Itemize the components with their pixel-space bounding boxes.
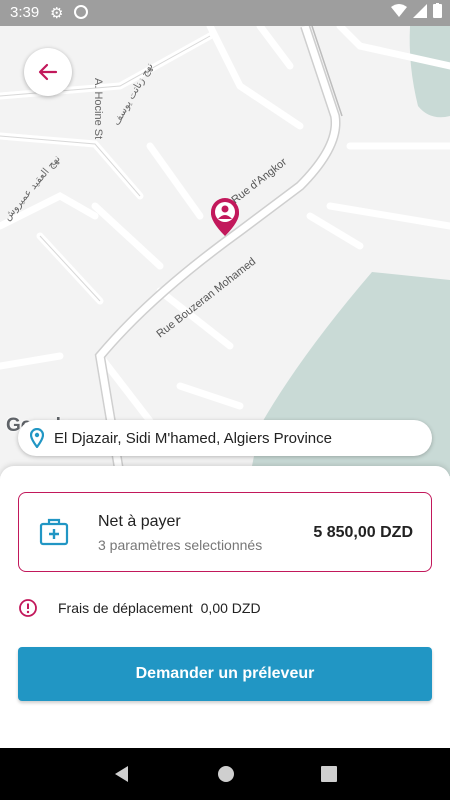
settings-icon: ⚙	[50, 5, 64, 22]
address-bar[interactable]: El Djazair, Sidi M'hamed, Algiers Provin…	[18, 420, 432, 456]
map-canvas: A. Hocine St Rue Bouzeran Mohamed Rue d'…	[0, 26, 450, 476]
signal-icon	[413, 3, 427, 18]
street-label-hocine: A. Hocine St	[92, 78, 104, 139]
fees-label: Frais de déplacement	[58, 600, 193, 616]
arrow-left-icon	[38, 63, 58, 81]
battery-icon	[433, 3, 442, 18]
map-view[interactable]: A. Hocine St Rue Bouzeran Mohamed Rue d'…	[0, 26, 450, 476]
fees-row: Frais de déplacement 0,00 DZD	[18, 598, 261, 618]
payment-amount: 5 850,00 DZD	[313, 524, 413, 541]
map-pin-icon	[30, 428, 44, 448]
status-time: 3:39	[10, 4, 40, 21]
home-circle-icon[interactable]	[217, 765, 235, 783]
wifi-icon	[391, 3, 407, 17]
sync-icon	[74, 5, 88, 19]
street-label-arabic-1: نهج زناتت يوسف	[111, 61, 156, 127]
payment-title: Net à payer	[98, 513, 181, 530]
payment-subtitle: 3 paramètres selectionnés	[98, 537, 263, 553]
medical-kit-icon	[39, 518, 69, 546]
address-text: El Djazair, Sidi M'hamed, Algiers Provin…	[54, 429, 332, 447]
payment-card[interactable]: Net à payer 3 paramètres selectionnés 5 …	[18, 492, 432, 572]
back-button[interactable]	[24, 48, 72, 96]
status-icons	[391, 3, 442, 18]
fees-value: 0,00 DZD	[200, 600, 261, 616]
status-bar: 3:39 ⚙	[0, 0, 450, 26]
bottom-sheet: Net à payer 3 paramètres selectionnés 5 …	[0, 466, 450, 748]
request-collector-button[interactable]: Demander un préleveur	[18, 647, 432, 701]
info-icon	[19, 599, 37, 617]
navigation-bar	[0, 748, 450, 800]
water-area-north	[409, 26, 450, 118]
recents-square-icon[interactable]	[321, 766, 337, 782]
back-triangle-icon[interactable]	[113, 765, 131, 783]
